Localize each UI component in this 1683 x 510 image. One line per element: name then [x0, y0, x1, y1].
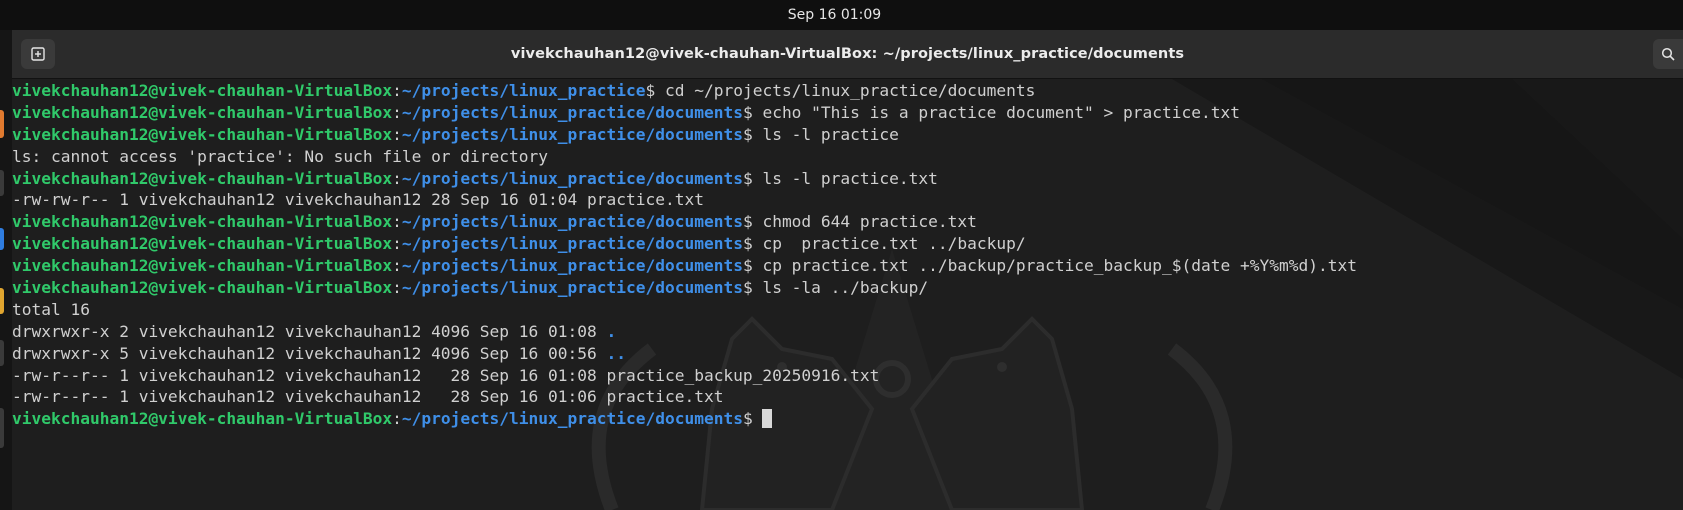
- prompt-symbol: $: [742, 256, 753, 276]
- output-line: -rw-rw-r-- 1 vivekchauhan12 vivekchauhan…: [12, 189, 1683, 211]
- prompt-line: vivekchauhan12@vivek-chauhan-VirtualBox:…: [12, 408, 1683, 430]
- dock: [0, 30, 12, 510]
- output-text: -rw-r--r-- 1 vivekchauhan12 vivekchauhan…: [12, 387, 724, 407]
- prompt-path: ~/projects/linux_practice/documents: [401, 212, 743, 232]
- prompt-line: vivekchauhan12@vivek-chauhan-VirtualBox:…: [12, 233, 1683, 255]
- prompt-separator: :: [392, 256, 402, 276]
- command-text: ls -la ../backup/: [752, 278, 929, 298]
- prompt-line: vivekchauhan12@vivek-chauhan-VirtualBox:…: [12, 102, 1683, 124]
- top-bar: Sep 16 01:09: [0, 0, 1683, 30]
- prompt-user: vivekchauhan12@vivek-chauhan-VirtualBox: [12, 256, 393, 276]
- command-text: cp practice.txt ../backup/practice_backu…: [752, 256, 1357, 276]
- output-line: -rw-r--r-- 1 vivekchauhan12 vivekchauhan…: [12, 365, 1683, 387]
- prompt-path: ~/projects/linux_practice/documents: [401, 124, 743, 144]
- prompt-separator: :: [392, 168, 402, 188]
- prompt-line: vivekchauhan12@vivek-chauhan-VirtualBox:…: [12, 255, 1683, 277]
- prompt-user: vivekchauhan12@vivek-chauhan-VirtualBox: [12, 278, 393, 298]
- prompt-symbol: $: [742, 234, 753, 254]
- prompt-separator: :: [392, 124, 402, 144]
- prompt-separator: :: [392, 81, 402, 100]
- output-text: total 16: [12, 299, 90, 319]
- directory-name: ..: [606, 343, 627, 363]
- dock-app-indicator[interactable]: [0, 228, 4, 250]
- prompt-separator: :: [392, 278, 402, 298]
- output-line: ls: cannot access 'practice': No such fi…: [12, 146, 1683, 168]
- prompt-path: ~/projects/linux_practice/documents: [401, 278, 743, 298]
- prompt-line: vivekchauhan12@vivek-chauhan-VirtualBox:…: [12, 277, 1683, 299]
- output-line: -rw-r--r-- 1 vivekchauhan12 vivekchauhan…: [12, 386, 1683, 408]
- output-line: drwxrwxr-x 5 vivekchauhan12 vivekchauhan…: [12, 343, 1683, 365]
- output-text: ls: cannot access 'practice': No such fi…: [12, 146, 549, 166]
- prompt-path: ~/projects/linux_practice/documents: [401, 256, 743, 276]
- clock[interactable]: Sep 16 01:09: [788, 7, 881, 23]
- prompt-symbol: $: [742, 102, 753, 122]
- output-line: total 16: [12, 299, 1683, 321]
- listing-text: drwxrwxr-x 2 vivekchauhan12 vivekchauhan…: [12, 321, 607, 341]
- prompt-symbol: $: [742, 409, 753, 429]
- search-icon: [1661, 47, 1675, 61]
- prompt-user: vivekchauhan12@vivek-chauhan-VirtualBox: [12, 168, 393, 188]
- prompt-symbol: $: [645, 81, 656, 100]
- command-text: ls -l practice: [752, 124, 899, 144]
- prompt-separator: :: [392, 102, 402, 122]
- output-text: -rw-rw-r-- 1 vivekchauhan12 vivekchauhan…: [12, 190, 704, 210]
- prompt-symbol: $: [742, 212, 753, 232]
- dock-app-indicator[interactable]: [0, 288, 4, 314]
- command-text: chmod 644 practice.txt: [752, 212, 977, 232]
- command-text: [753, 409, 763, 428]
- prompt-path: ~/projects/linux_practice: [401, 81, 646, 100]
- prompt-path: ~/projects/linux_practice/documents: [401, 168, 743, 188]
- command-text: ls -l practice.txt: [752, 168, 938, 188]
- prompt-symbol: $: [742, 168, 753, 188]
- prompt-path: ~/projects/linux_practice/documents: [401, 102, 743, 122]
- text-cursor: [762, 409, 773, 429]
- prompt-user: vivekchauhan12@vivek-chauhan-VirtualBox: [12, 81, 393, 100]
- prompt-symbol: $: [742, 278, 753, 298]
- prompt-separator: :: [392, 212, 402, 232]
- new-tab-button[interactable]: [21, 39, 55, 69]
- new-tab-icon: [31, 47, 45, 61]
- prompt-line: vivekchauhan12@vivek-chauhan-VirtualBox:…: [12, 168, 1683, 190]
- directory-name: .: [606, 321, 617, 341]
- dock-app-indicator[interactable]: [0, 170, 4, 196]
- prompt-line: vivekchauhan12@vivek-chauhan-VirtualBox:…: [12, 211, 1683, 233]
- terminal-output[interactable]: vivekchauhan12@vivek-chauhan-VirtualBox:…: [12, 79, 1683, 510]
- command-text: cp practice.txt ../backup/: [752, 234, 1026, 254]
- dock-app-indicator[interactable]: [0, 408, 4, 448]
- prompt-line: vivekchauhan12@vivek-chauhan-VirtualBox:…: [12, 124, 1683, 146]
- prompt-separator: :: [392, 234, 402, 254]
- window-title: vivekchauhan12@vivek-chauhan-VirtualBox:…: [510, 46, 1185, 62]
- output-text: -rw-r--r-- 1 vivekchauhan12 vivekchauhan…: [12, 365, 880, 385]
- prompt-path: ~/projects/linux_practice/documents: [401, 234, 743, 254]
- output-line: drwxrwxr-x 2 vivekchauhan12 vivekchauhan…: [12, 321, 1683, 343]
- prompt-path: ~/projects/linux_practice/documents: [401, 409, 743, 429]
- title-bar[interactable]: vivekchauhan12@vivek-chauhan-VirtualBox:…: [12, 30, 1683, 79]
- prompt-user: vivekchauhan12@vivek-chauhan-VirtualBox: [12, 124, 393, 144]
- listing-text: drwxrwxr-x 5 vivekchauhan12 vivekchauhan…: [12, 343, 607, 363]
- prompt-symbol: $: [742, 124, 753, 144]
- prompt-user: vivekchauhan12@vivek-chauhan-VirtualBox: [12, 102, 393, 122]
- prompt-user: vivekchauhan12@vivek-chauhan-VirtualBox: [12, 234, 393, 254]
- prompt-separator: :: [392, 409, 402, 429]
- prompt-user: vivekchauhan12@vivek-chauhan-VirtualBox: [12, 212, 393, 232]
- prompt-line: vivekchauhan12@vivek-chauhan-VirtualBox:…: [12, 80, 1683, 102]
- dock-app-indicator[interactable]: [0, 110, 4, 138]
- command-text: cd ~/projects/linux_practice/documents: [655, 81, 1036, 100]
- command-text: echo "This is a practice document" > pra…: [752, 102, 1240, 122]
- search-button[interactable]: [1653, 39, 1683, 69]
- terminal-window: vivekchauhan12@vivek-chauhan-VirtualBox:…: [12, 30, 1683, 510]
- dock-app-indicator[interactable]: [0, 340, 4, 366]
- prompt-user: vivekchauhan12@vivek-chauhan-VirtualBox: [12, 409, 393, 429]
